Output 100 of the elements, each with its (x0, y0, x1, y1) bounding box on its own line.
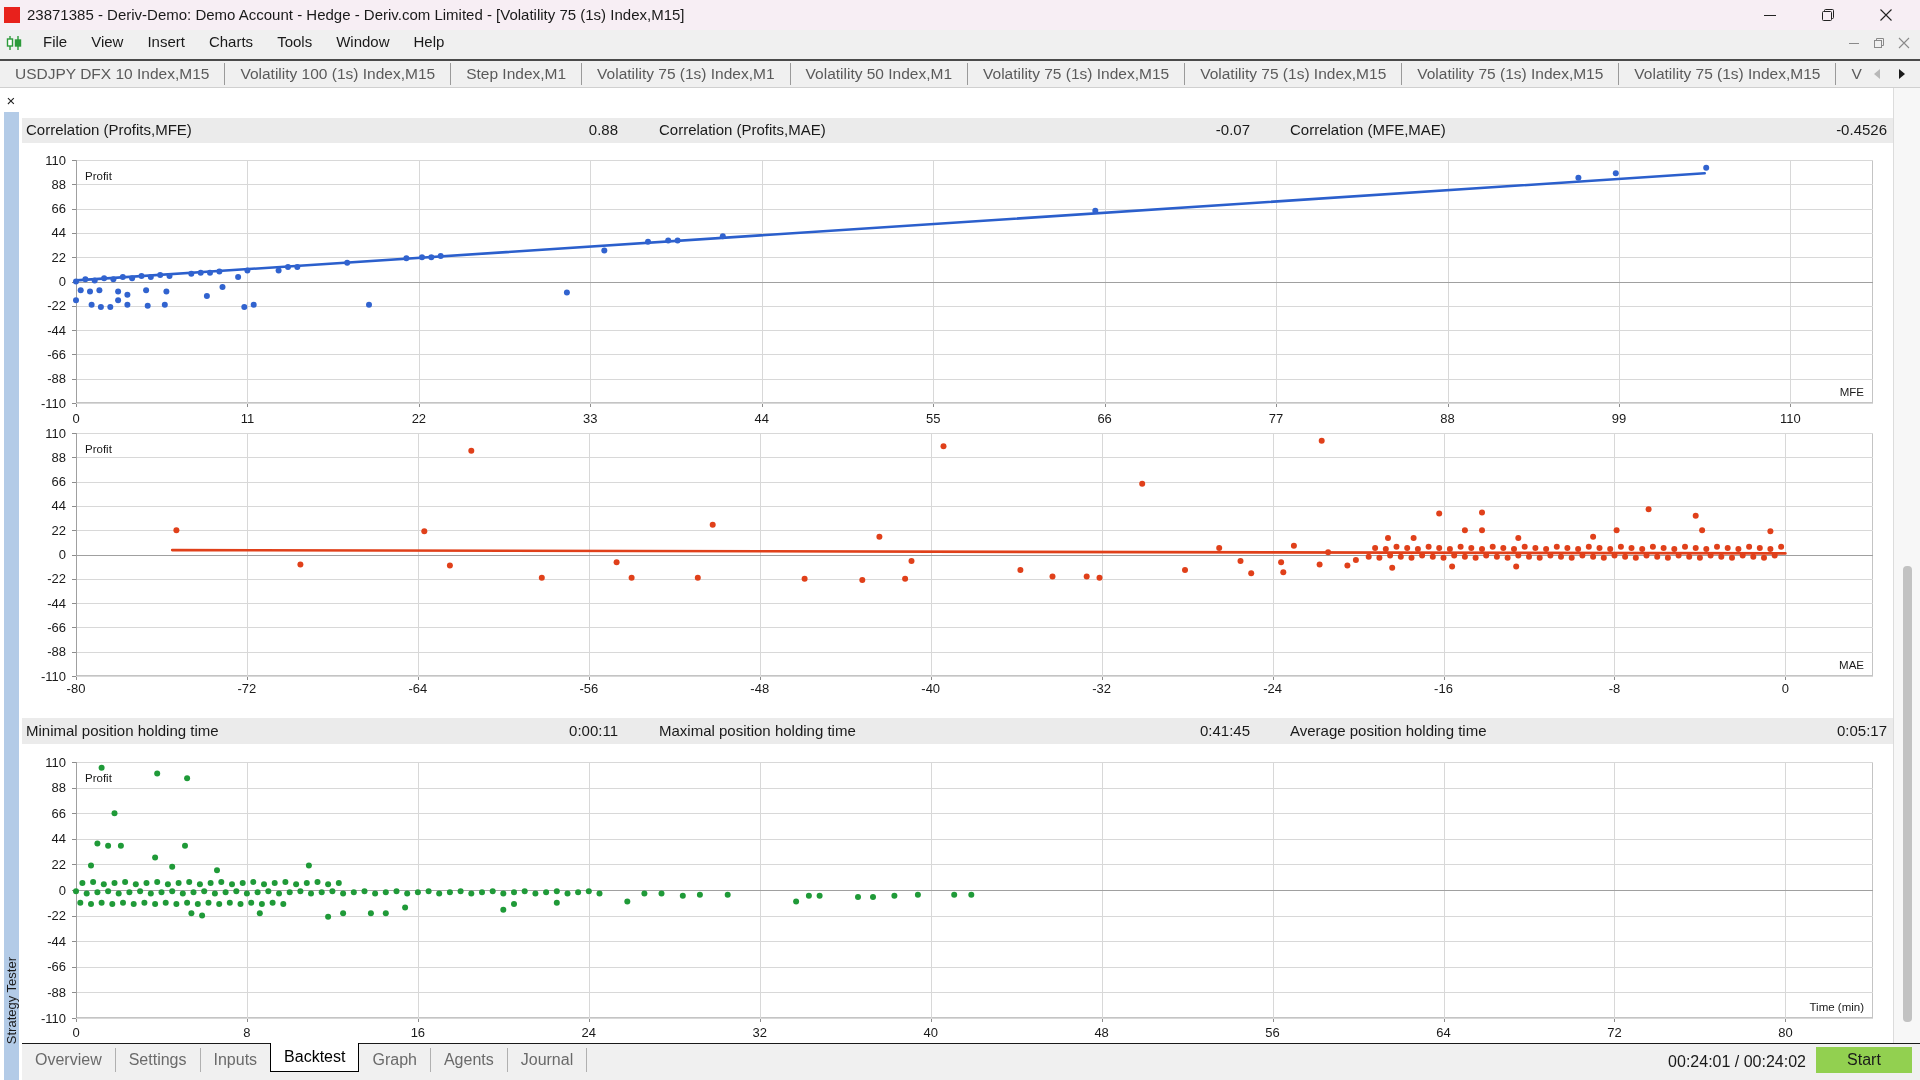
scrollbar[interactable] (1893, 88, 1920, 1043)
scatter-point (122, 878, 129, 885)
chart-tab[interactable]: V (1836, 63, 1868, 85)
scatter-point (77, 899, 84, 906)
scatter-point (1515, 534, 1522, 541)
scatter-point (88, 301, 95, 308)
restore-icon[interactable] (1873, 36, 1885, 49)
tab[interactable]: Overview (22, 1048, 116, 1072)
scatter-point (205, 899, 212, 906)
scatter-point (1461, 527, 1468, 534)
scatter-point (859, 576, 866, 583)
axis-tick-label: -64 (408, 681, 428, 696)
scatter-point (1536, 554, 1543, 561)
scatter-point (724, 891, 731, 898)
scatter-point (88, 862, 94, 869)
menu-item[interactable]: Charts (196, 31, 266, 54)
axis-tick-label: 22 (51, 522, 66, 538)
scatter-point (96, 287, 103, 294)
chart-tab[interactable]: Volatility 100 (1s) Index,M15 (225, 63, 452, 85)
chart-tab[interactable]: USDJPY DFX 10 Index,M15 (0, 63, 226, 85)
scatter-point (184, 775, 191, 782)
axis-tick-label: 22 (51, 856, 66, 872)
tab[interactable]: Backtest (270, 1043, 360, 1072)
scatter-point (82, 276, 89, 283)
menu-item[interactable]: File (31, 31, 80, 54)
scatter-point (679, 892, 686, 899)
scatter-point (154, 770, 161, 777)
scatter-point (216, 901, 223, 907)
chart-tab[interactable]: Volatility 75 (1s) Index,M1 (582, 63, 791, 85)
tab[interactable]: Journal (507, 1048, 588, 1072)
scatter-point (218, 878, 225, 885)
scatter-point (1504, 554, 1511, 561)
scatter-point (446, 562, 453, 569)
scatter-point (1449, 563, 1456, 570)
start-button[interactable]: Start (1816, 1047, 1912, 1073)
scatter-point (73, 278, 79, 285)
tab[interactable]: Graph (359, 1048, 431, 1072)
chart-tab[interactable]: Volatility 50 Index,M1 (790, 63, 969, 85)
scatter-point (250, 301, 257, 308)
stat-value: -0.4526 (1836, 120, 1887, 141)
chart-tab[interactable]: Volatility 75 (1s) Index,M15 (968, 63, 1186, 85)
axis-tick-label: -48 (750, 681, 770, 696)
chart-tab[interactable]: Volatility 75 (1s) Index,M15 (1619, 63, 1837, 85)
scroll-right-icon[interactable] (1899, 69, 1905, 79)
axis-tick-label: -22 (47, 908, 66, 924)
close-panel-button[interactable]: × (0, 88, 22, 112)
axis-tick-label: 44 (51, 831, 66, 847)
scatter-point (511, 901, 517, 907)
scatter-point (1699, 527, 1706, 534)
scatter-point (124, 291, 131, 298)
axis-tick-label: 32 (752, 1025, 767, 1040)
stat-label: Average position holding time (1290, 720, 1487, 741)
scatter-point (1767, 528, 1774, 535)
scatter-point (382, 910, 389, 917)
scatter-point (511, 889, 517, 896)
scatter-point (805, 892, 812, 899)
chart-tab[interactable]: Volatility 75 (1s) Index,M15 (1402, 63, 1620, 85)
scrollbar-thumb[interactable] (1902, 566, 1912, 1022)
scatter-point (173, 901, 180, 907)
menu-item[interactable]: Tools (265, 31, 325, 54)
menu-item[interactable]: Window (324, 31, 402, 54)
app-logo-icon (4, 7, 20, 23)
axis-tick-label: 16 (410, 1025, 426, 1040)
scatter-point (1436, 544, 1443, 551)
axis-title: Time (min) (1809, 1001, 1864, 1013)
scatter-point (1139, 480, 1146, 487)
menu-item[interactable]: Help (401, 31, 457, 54)
tab[interactable]: Inputs (200, 1048, 271, 1072)
scatter-point (256, 910, 263, 917)
tab[interactable]: Agents (430, 1048, 508, 1072)
menu-item[interactable]: Insert (135, 31, 197, 54)
chart-tab[interactable]: Step Index,M1 (451, 63, 583, 85)
scatter-point (144, 302, 151, 309)
scatter-point (543, 889, 550, 896)
scatter-point (163, 288, 170, 295)
axis-tick-label: -8 (1608, 681, 1621, 696)
axis-tick-label: -22 (47, 298, 66, 314)
scatter-point (115, 288, 122, 295)
scatter-point (1290, 542, 1297, 549)
axis-tick-label: 88 (1440, 411, 1455, 426)
scatter-point (1692, 544, 1699, 551)
scatter-point (1613, 527, 1620, 534)
chart-tab[interactable]: Volatility 75 (1s) Index,M15 (1185, 63, 1403, 85)
scatter-point (538, 574, 545, 581)
close-icon[interactable] (1898, 36, 1910, 49)
axis-tick-label: -88 (47, 371, 66, 387)
scatter-point (282, 878, 289, 885)
scatter-point (1692, 512, 1699, 519)
axis-tick-label: 72 (1607, 1025, 1622, 1040)
menu-item[interactable]: View (79, 31, 136, 54)
candlestick-icon[interactable] (6, 34, 22, 51)
scatter-point (124, 301, 131, 308)
tab[interactable]: Settings (115, 1048, 201, 1072)
scatter-point (305, 862, 312, 869)
scatter-point (258, 901, 265, 907)
stat-value: 0:41:45 (1199, 720, 1250, 741)
scatter-point (402, 904, 409, 911)
panel-title: Strategy Tester (4, 956, 19, 1044)
axis-tick-label: 44 (51, 498, 66, 514)
scatter-point (119, 274, 126, 281)
